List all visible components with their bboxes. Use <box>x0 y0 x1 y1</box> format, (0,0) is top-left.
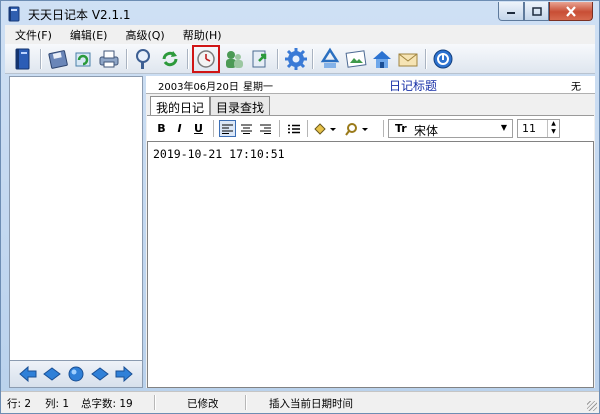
chevron-down-icon: ▼ <box>500 123 507 132</box>
about-icon[interactable] <box>431 47 455 71</box>
text-color-button[interactable] <box>312 120 338 137</box>
diary-header: 2003年06月20日 星期一 日记标题 无 <box>146 76 595 94</box>
first-arrow-icon <box>19 365 37 383</box>
spin-up-icon[interactable]: ▲ <box>548 120 559 128</box>
menu-advanced[interactable]: 高级(Q) <box>115 27 172 43</box>
maximize-icon <box>531 6 542 16</box>
diary-panel: 2003年06月20日 星期一 日记标题 无 我的日记 目录查找 B I U T… <box>146 76 595 388</box>
minimize-button[interactable] <box>498 2 524 21</box>
truetype-font-icon: Tr <box>395 122 407 135</box>
tab-bar: 我的日记 目录查找 <box>150 96 271 116</box>
italic-button[interactable]: I <box>171 120 188 137</box>
align-left-button[interactable] <box>219 120 236 137</box>
diary-weather[interactable]: 无 <box>571 78 581 93</box>
status-modified: 已修改 <box>187 398 219 410</box>
editor-content: 2019-10-21 17:10:51 <box>153 147 285 161</box>
next-entry-button[interactable] <box>90 365 110 383</box>
previous-arrow-icon <box>43 367 61 381</box>
resize-grip-icon[interactable] <box>587 401 597 411</box>
previous-entry-button[interactable] <box>42 365 62 383</box>
bold-button[interactable]: B <box>153 120 170 137</box>
close-icon <box>566 5 576 17</box>
save-icon[interactable] <box>46 47 70 71</box>
font-family-select[interactable]: Tr 宋体 ▼ <box>388 119 513 138</box>
status-column: 列: 1 <box>45 398 70 410</box>
highlight-button[interactable] <box>344 120 370 137</box>
highlighter-icon <box>345 122 368 136</box>
font-family-value: 宋体 <box>414 124 439 138</box>
underline-button[interactable]: U <box>190 120 207 137</box>
email-icon[interactable] <box>396 47 420 71</box>
minimize-icon <box>507 12 515 14</box>
settings-icon[interactable] <box>284 47 308 71</box>
app-window: 天天日记本 V2.1.1 文件(F) 编辑(E) 高级(Q) 帮助(H) 200… <box>0 0 600 414</box>
align-left-icon <box>222 124 233 134</box>
tab-directory-search[interactable]: 目录查找 <box>210 96 271 115</box>
bullet-list-icon <box>287 124 300 133</box>
spin-buttons[interactable]: ▲ ▼ <box>547 120 559 137</box>
align-center-button[interactable] <box>238 120 255 137</box>
calendar-list-panel[interactable] <box>9 76 143 388</box>
title-bar: 天天日记本 V2.1.1 <box>1 1 599 27</box>
users-icon[interactable] <box>222 47 246 71</box>
home-icon[interactable] <box>370 47 394 71</box>
diary-book-icon[interactable] <box>11 47 35 71</box>
export-icon[interactable] <box>248 47 272 71</box>
reload-icon[interactable] <box>158 47 182 71</box>
menu-file[interactable]: 文件(F) <box>5 27 60 43</box>
photo-icon[interactable] <box>344 47 368 71</box>
font-size-stepper[interactable]: 11 ▲ ▼ <box>517 119 560 138</box>
window-title: 天天日记本 V2.1.1 <box>28 8 131 22</box>
menu-edit[interactable]: 编辑(E) <box>60 27 116 43</box>
status-word-count: 总字数: 19 <box>81 398 133 410</box>
align-right-button[interactable] <box>257 120 274 137</box>
menu-bar: 文件(F) 编辑(E) 高级(Q) 帮助(H) <box>5 25 595 44</box>
spin-down-icon[interactable]: ▼ <box>548 128 559 136</box>
toolbar <box>5 44 595 74</box>
diary-date[interactable]: 2003年06月20日 <box>158 78 239 93</box>
print-icon[interactable] <box>97 47 121 71</box>
status-message: 插入当前日期时间 <box>269 398 353 410</box>
recycle-icon[interactable] <box>318 47 342 71</box>
first-entry-button[interactable] <box>18 365 38 383</box>
navigation-bar <box>9 360 143 388</box>
maximize-button[interactable] <box>524 2 549 21</box>
menu-help[interactable]: 帮助(H) <box>173 27 230 43</box>
format-toolbar: B I U Tr 宋体 ▼ 11 ▲ ▼ <box>147 115 594 141</box>
app-logo-icon <box>7 6 21 22</box>
bullet-list-button[interactable] <box>285 120 302 137</box>
insert-time-icon[interactable] <box>192 45 220 73</box>
diary-editor[interactable]: 2019-10-21 17:10:51 <box>147 141 594 388</box>
paint-bucket-icon <box>314 122 336 135</box>
align-right-icon <box>260 124 271 134</box>
align-center-icon <box>241 124 252 134</box>
refresh-icon[interactable] <box>71 47 95 71</box>
tab-my-diary[interactable]: 我的日记 <box>150 96 211 116</box>
find-icon[interactable] <box>132 47 156 71</box>
status-bar: 行: 2 列: 1 总字数: 19 已修改 插入当前日期时间 <box>1 391 599 413</box>
today-button[interactable] <box>66 365 86 383</box>
last-entry-button[interactable] <box>114 365 134 383</box>
close-button[interactable] <box>549 2 593 21</box>
font-size-value: 11 <box>522 122 536 135</box>
next-arrow-icon <box>91 367 109 381</box>
last-arrow-icon <box>115 365 133 383</box>
diary-title[interactable]: 日记标题 <box>389 77 437 94</box>
diary-weekday: 星期一 <box>243 82 273 93</box>
status-row: 行: 2 <box>7 398 32 410</box>
today-circle-icon <box>68 366 84 382</box>
